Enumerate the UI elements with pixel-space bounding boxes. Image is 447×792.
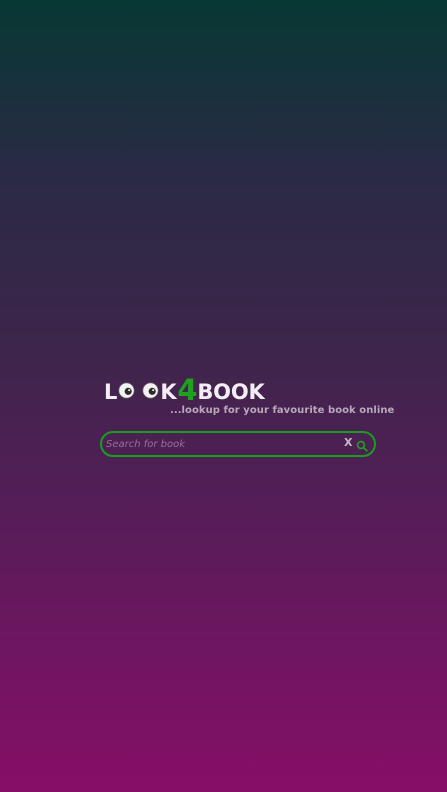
- logo-number-4: 4: [177, 373, 198, 407]
- googly-eyes-icon: [118, 382, 159, 403]
- logo-letter-l: L: [104, 380, 118, 404]
- logo-letter-k: K: [160, 380, 177, 404]
- clear-search-button[interactable]: X: [344, 436, 352, 450]
- logo: L K 4 BOOK: [104, 372, 265, 407]
- logo-word-book: BOOK: [197, 380, 265, 404]
- search-button[interactable]: [356, 437, 368, 452]
- magnifier-icon: [356, 440, 368, 452]
- tagline: ...lookup for your favourite book online: [170, 405, 395, 416]
- brand-header: L K 4 BOOK ...lookup for your favourite …: [104, 372, 394, 417]
- search-bar: X: [100, 431, 376, 457]
- search-input[interactable]: [106, 435, 334, 453]
